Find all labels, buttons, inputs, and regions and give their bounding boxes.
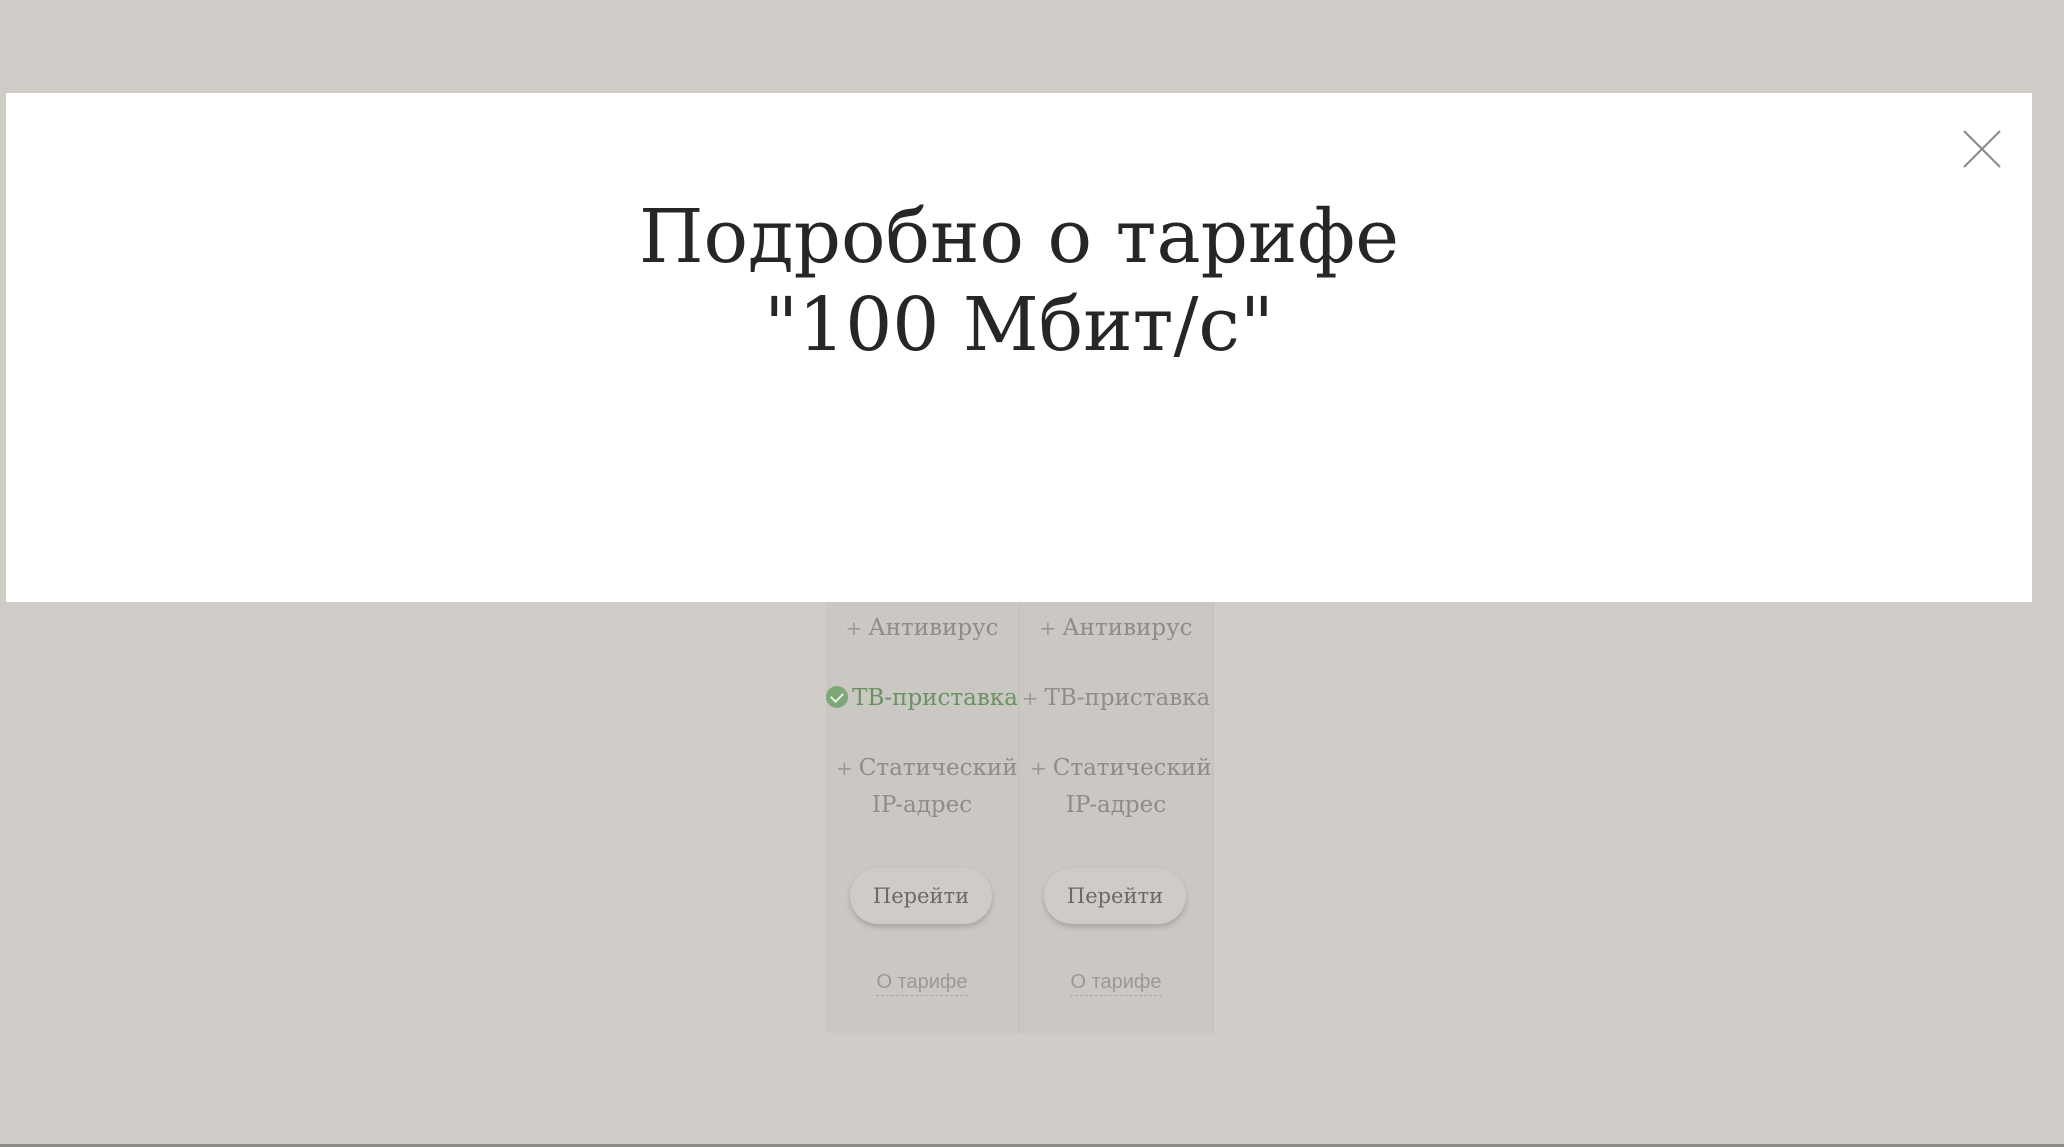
feature-label: ТВ-приставка xyxy=(1044,685,1211,711)
page: + Антивирус ТВ-приставка + Статический IP-… xyxy=(0,0,2064,1147)
about-tariff-link-label: О тарифе xyxy=(876,971,968,996)
close-button[interactable] xyxy=(1958,125,2006,173)
feature-tv-box[interactable]: + ТВ-приставка xyxy=(1020,680,1212,717)
plus-icon: + xyxy=(1021,686,1039,710)
plus-icon: + xyxy=(1030,756,1047,780)
go-button[interactable]: Перейти xyxy=(1044,868,1186,924)
feature-static-ip[interactable]: + Статический IP-адрес xyxy=(826,750,1018,824)
close-icon xyxy=(1963,130,2001,168)
tariff-column: + Антивирус ТВ-приставка + Статический IP-… xyxy=(826,560,1020,1033)
plus-icon: + xyxy=(845,616,863,640)
modal-title: Подробно о тарифе "100 Мбит/с" xyxy=(638,194,1400,368)
feature-label: Статический IP-адрес xyxy=(1052,755,1212,818)
plus-icon: + xyxy=(1039,616,1057,640)
tariff-columns: + Антивирус ТВ-приставка + Статический IP-… xyxy=(826,560,1214,1033)
feature-label: Антивирус xyxy=(1062,615,1193,641)
feature-label: Статический IP-адрес xyxy=(858,755,1018,818)
feature-antivirus[interactable]: + Антивирус xyxy=(826,610,1018,647)
plus-icon: + xyxy=(836,756,853,780)
about-tariff-link-label: О тарифе xyxy=(1070,971,1162,996)
tariff-details-modal: Подробно о тарифе "100 Мбит/с" xyxy=(6,93,2032,602)
go-button[interactable]: Перейти xyxy=(850,868,992,924)
about-tariff-link[interactable]: О тарифе xyxy=(826,971,1018,996)
check-icon xyxy=(826,686,849,708)
feature-label: Антивирус xyxy=(868,615,999,641)
feature-label: ТВ-приставка xyxy=(852,685,1018,711)
tariff-column: + Антивирус + ТВ-приставка + Статический IP… xyxy=(1020,560,1214,1033)
feature-antivirus[interactable]: + Антивирус xyxy=(1020,610,1212,647)
about-tariff-link[interactable]: О тарифе xyxy=(1020,971,1212,996)
feature-tv-box[interactable]: ТВ-приставка xyxy=(826,680,1018,717)
feature-static-ip[interactable]: + Статический IP-адрес xyxy=(1020,750,1212,824)
